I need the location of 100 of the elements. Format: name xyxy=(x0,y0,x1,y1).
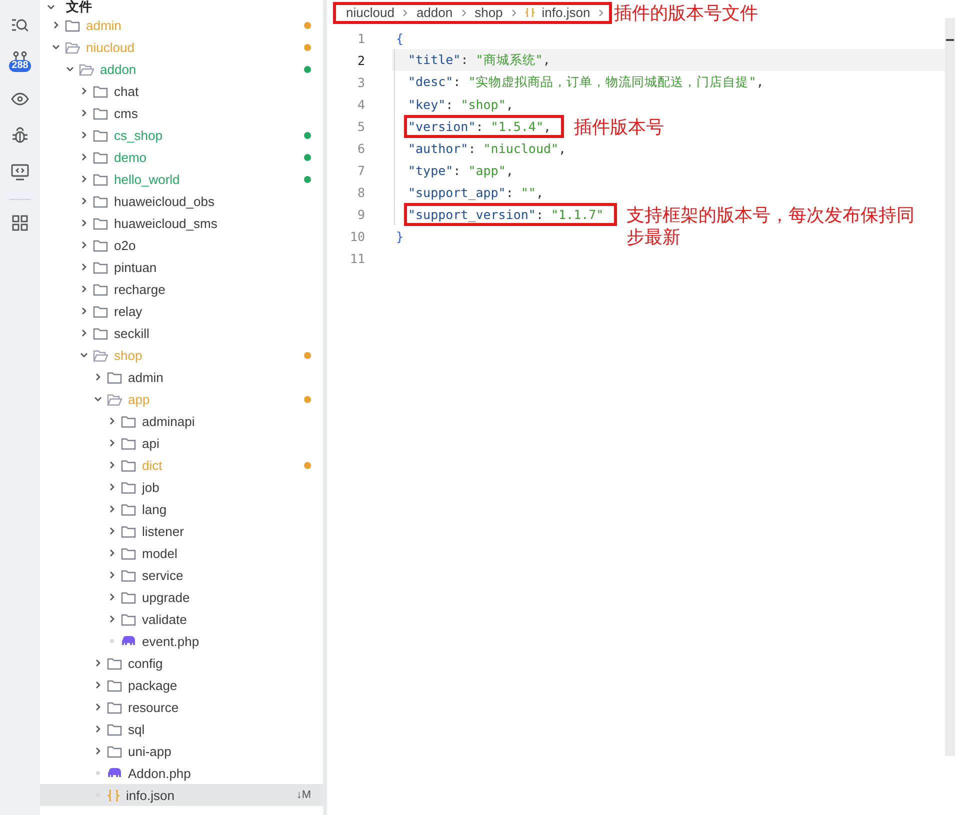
tree-item[interactable]: pintuan xyxy=(40,256,323,278)
file-name: app xyxy=(128,392,151,406)
section-title[interactable]: 文件 xyxy=(66,0,92,16)
tree-item[interactable]: service xyxy=(40,564,323,586)
tree-item[interactable]: upgrade xyxy=(40,586,323,608)
line-number: 9 xyxy=(356,206,365,222)
tree-item[interactable]: job xyxy=(40,476,323,498)
open-folder-icon xyxy=(65,40,80,54)
line-number: 10 xyxy=(348,228,365,244)
file-name: o2o xyxy=(114,238,137,252)
file-name: cms xyxy=(114,106,139,120)
scrollbar[interactable] xyxy=(945,18,955,756)
file-name: relay xyxy=(114,304,144,318)
chevron-icon[interactable] xyxy=(47,3,55,11)
folder-icon xyxy=(107,678,122,692)
code-line: "key": "shop", xyxy=(407,96,514,114)
line-number: 6 xyxy=(356,140,365,156)
source-control-icon[interactable] xyxy=(12,51,28,61)
file-name: niucloud xyxy=(86,40,136,54)
folder-icon xyxy=(121,568,136,582)
folder-icon xyxy=(93,84,108,98)
tree-item[interactable]: chat xyxy=(40,80,323,102)
chevron-icon xyxy=(460,8,468,16)
eye-icon[interactable] xyxy=(11,92,29,106)
line-number: 4 xyxy=(356,96,365,112)
tree-item[interactable]: Addon.php xyxy=(40,762,323,784)
code-line: } xyxy=(395,228,405,246)
tree-item[interactable]: validate xyxy=(40,608,323,630)
breadcrumb-item[interactable]: info.json xyxy=(542,5,590,20)
folder-icon xyxy=(121,414,136,428)
file-name: hello_world xyxy=(114,172,181,186)
tree-item[interactable]: recharge xyxy=(40,278,323,300)
folder-icon xyxy=(93,304,108,318)
dot-icon xyxy=(96,771,100,775)
line-number: 3 xyxy=(356,74,365,90)
file-name: sql xyxy=(128,722,146,736)
tree-item[interactable]: huaweicloud_obs xyxy=(40,190,323,212)
breadcrumb-item[interactable]: shop xyxy=(474,5,503,20)
tree-item[interactable]: info.json ↓M xyxy=(40,784,323,806)
line-number: 2 xyxy=(356,52,365,68)
file-name: seckill xyxy=(114,326,150,340)
tree-item[interactable]: api xyxy=(40,432,323,454)
git-status-label: ↓M xyxy=(296,789,311,801)
file-name: addon xyxy=(100,62,138,76)
file-name: config xyxy=(128,656,164,670)
search-icon[interactable] xyxy=(11,16,29,32)
tree-item[interactable]: lang xyxy=(40,498,323,520)
tree-item[interactable]: config xyxy=(40,652,323,674)
grid-icon[interactable] xyxy=(12,214,28,230)
file-name: validate xyxy=(142,612,188,626)
file-name: demo xyxy=(114,150,148,164)
breadcrumb-item[interactable]: addon xyxy=(416,5,453,20)
badge-count: 288 xyxy=(8,60,32,72)
line-number: 11 xyxy=(348,250,365,266)
tree-item[interactable]: model xyxy=(40,542,323,564)
dot-icon xyxy=(110,639,114,643)
folder-icon xyxy=(93,326,108,340)
tree-item[interactable]: admin xyxy=(40,366,323,388)
file-name: job xyxy=(142,480,160,494)
folder-icon xyxy=(121,590,136,604)
bug-icon[interactable] xyxy=(11,126,29,144)
folder-icon xyxy=(93,238,108,252)
folder-icon xyxy=(121,502,136,516)
tree-item[interactable]: package xyxy=(40,674,323,696)
file-name: chat xyxy=(114,84,140,98)
file-name: listener xyxy=(142,524,185,538)
monitor-code-icon[interactable] xyxy=(11,164,29,181)
tree-item[interactable]: o2o xyxy=(40,234,323,256)
tree-item[interactable]: huaweicloud_sms xyxy=(40,212,323,234)
folder-icon xyxy=(121,436,136,450)
chevron-icon xyxy=(510,8,518,16)
braces-icon xyxy=(107,788,120,802)
file-name: uni-app xyxy=(128,744,172,758)
open-folder-icon xyxy=(107,392,122,406)
tree-item[interactable]: resource xyxy=(40,696,323,718)
file-name: dict xyxy=(142,458,164,472)
file-name: cs_shop xyxy=(114,128,164,142)
annotation-text: 支持框架的版本号，每次发布保持同步最新 xyxy=(626,205,916,249)
file-name: huaweicloud_sms xyxy=(114,216,218,230)
braces-icon xyxy=(524,7,535,18)
folder-icon xyxy=(93,150,108,164)
tree-item[interactable]: cms xyxy=(40,102,323,124)
code-line: "type": "app", xyxy=(407,162,514,180)
folder-icon xyxy=(93,106,108,120)
tree-item[interactable]: uni-app xyxy=(40,740,323,762)
open-folder-icon xyxy=(93,348,108,362)
tree-item[interactable]: event.php xyxy=(40,630,323,652)
folder-icon xyxy=(121,612,136,626)
tree-item[interactable]: listener xyxy=(40,520,323,542)
line-number: 1 xyxy=(356,30,365,46)
folder-icon xyxy=(107,370,122,384)
breadcrumb-item[interactable]: niucloud xyxy=(346,5,394,20)
file-name: pintuan xyxy=(114,260,158,274)
folder-icon xyxy=(121,524,136,538)
annotation-text: 插件版本号 xyxy=(574,117,666,139)
tree-item[interactable]: adminapi xyxy=(40,410,323,432)
tree-item[interactable]: relay xyxy=(40,300,323,322)
tree-item[interactable]: sql xyxy=(40,718,323,740)
tree-item[interactable]: seckill xyxy=(40,322,323,344)
file-name: package xyxy=(128,678,178,692)
